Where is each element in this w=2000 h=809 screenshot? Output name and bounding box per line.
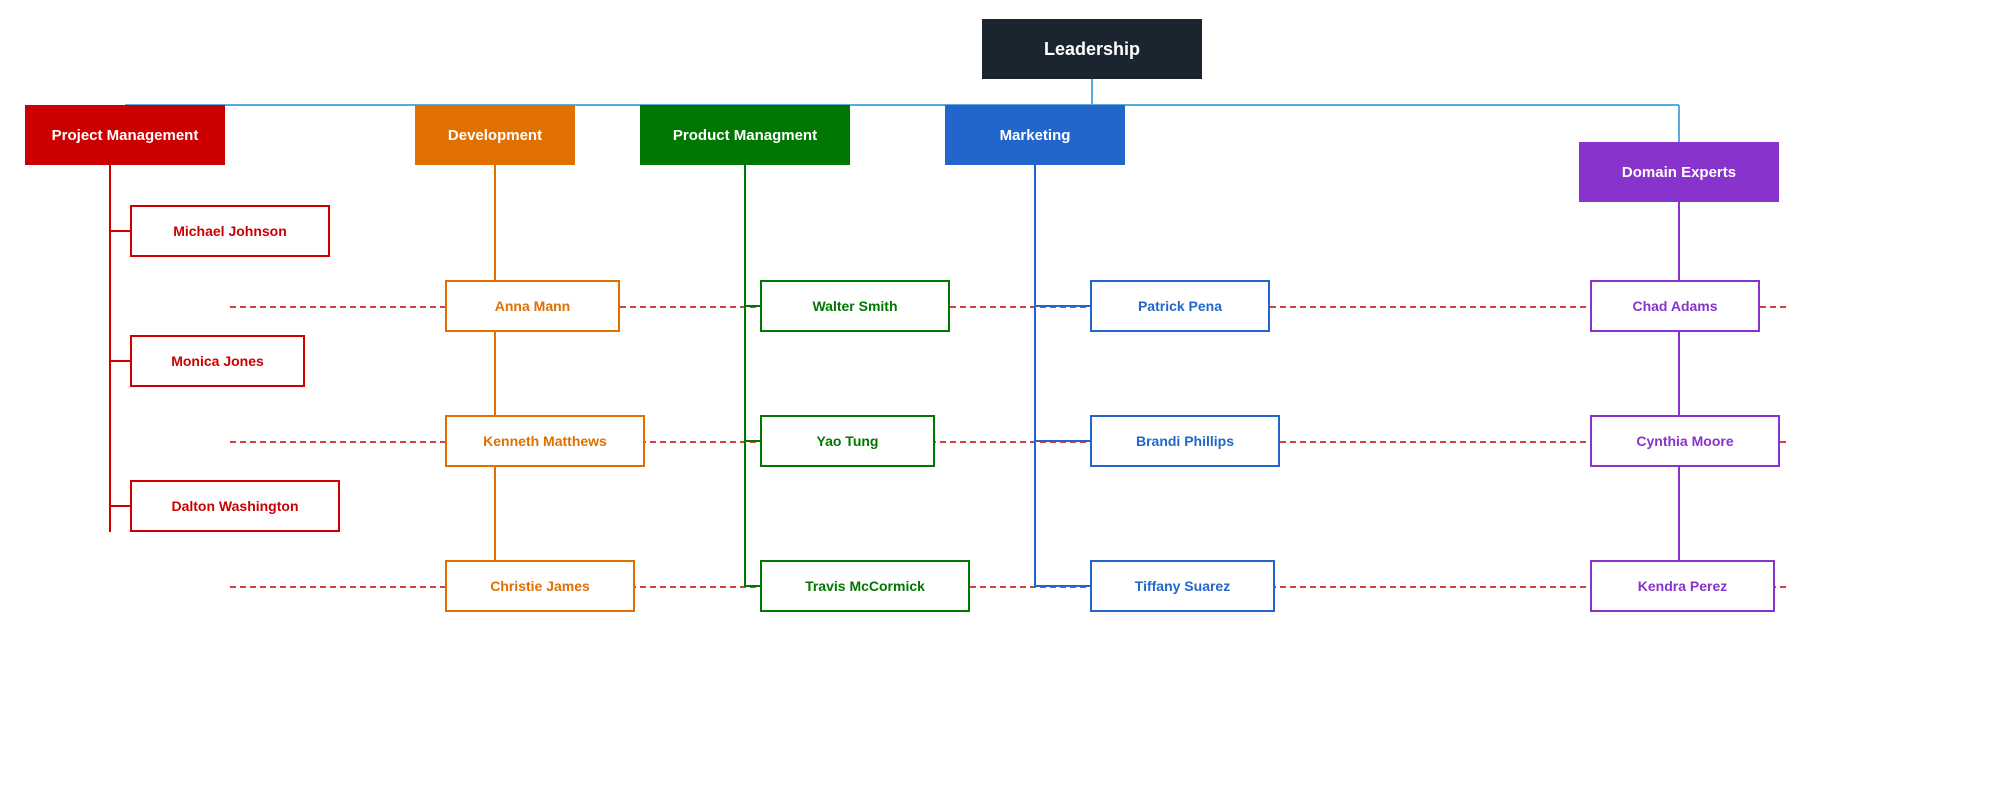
dept-prod: Product Managment [640, 105, 850, 165]
person-dalton-washington: Dalton Washington [130, 480, 340, 532]
person-christie-james: Christie James [445, 560, 635, 612]
person-tiffany-suarez: Tiffany Suarez [1090, 560, 1275, 612]
dept-dev: Development [415, 105, 575, 165]
person-anna-mann: Anna Mann [445, 280, 620, 332]
dept-mkt: Marketing [945, 105, 1125, 165]
dept-pm: Project Management [25, 105, 225, 165]
person-michael-johnson: Michael Johnson [130, 205, 330, 257]
person-chad-adams: Chad Adams [1590, 280, 1760, 332]
person-walter-smith: Walter Smith [760, 280, 950, 332]
person-cynthia-moore: Cynthia Moore [1590, 415, 1780, 467]
dept-de: Domain Experts [1579, 142, 1779, 202]
person-brandi-phillips: Brandi Phillips [1090, 415, 1280, 467]
person-kenneth-matthews: Kenneth Matthews [445, 415, 645, 467]
person-patrick-pena: Patrick Pena [1090, 280, 1270, 332]
person-monica-jones: Monica Jones [130, 335, 305, 387]
person-yao-tung: Yao Tung [760, 415, 935, 467]
person-kendra-perez: Kendra Perez [1590, 560, 1775, 612]
person-travis-mccormick: Travis McCormick [760, 560, 970, 612]
leadership-node: Leadership [982, 19, 1202, 79]
org-chart: Leadership Project Management Developmen… [0, 0, 2000, 809]
